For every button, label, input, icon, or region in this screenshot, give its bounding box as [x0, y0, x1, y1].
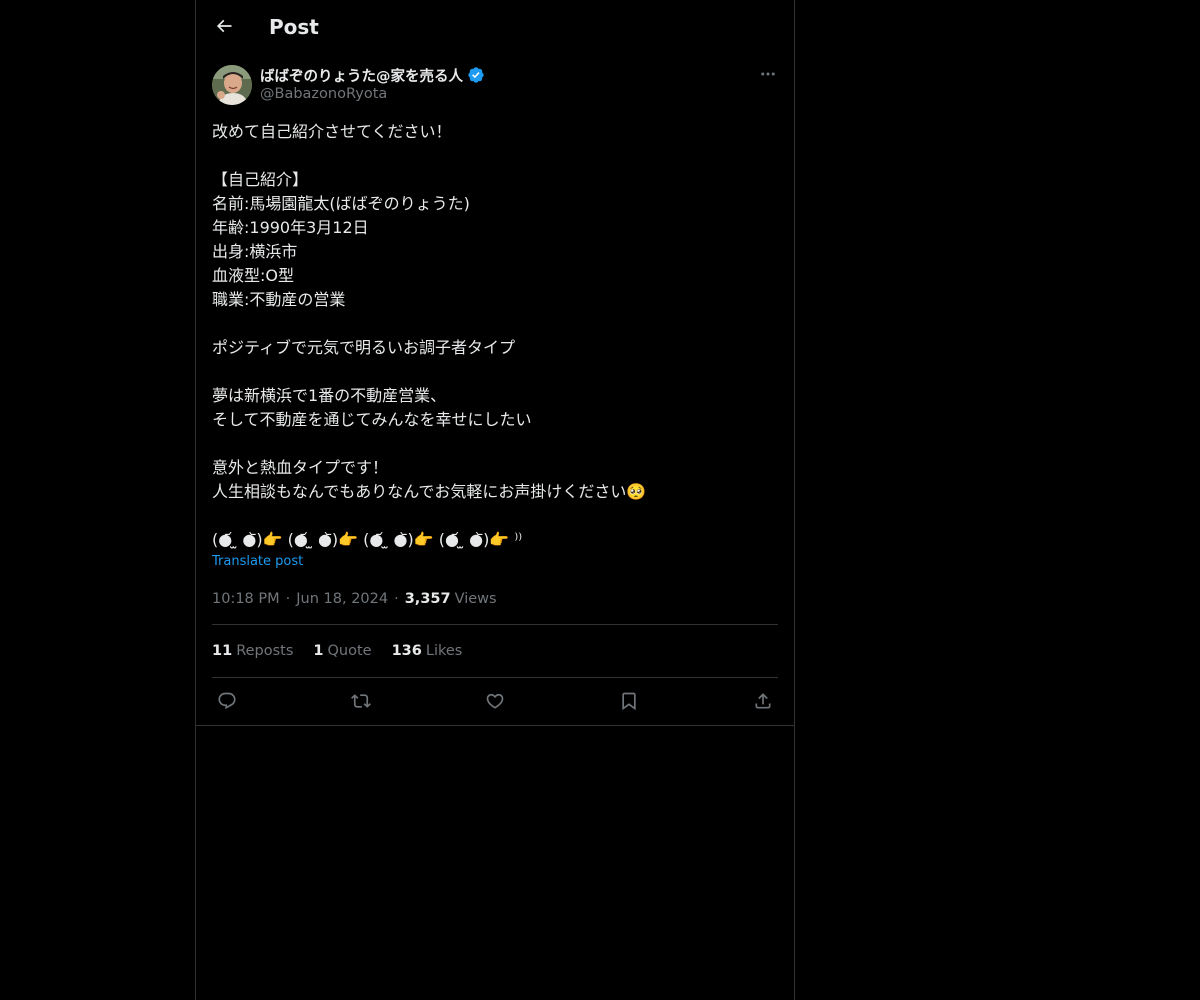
meta-separator: ·: [285, 591, 291, 607]
post-meta: 10:18 PM · Jun 18, 2024 · 3,357 Views: [212, 589, 497, 609]
arrow-left-icon: [214, 16, 234, 36]
more-options-button[interactable]: [756, 62, 780, 86]
likes-label: Likes: [425, 643, 463, 659]
reposts-count: 11: [212, 643, 233, 659]
repost-icon: [351, 691, 371, 711]
post-time[interactable]: 10:18 PM: [212, 591, 280, 607]
author-handle[interactable]: @BabazonoRyota: [260, 86, 387, 102]
page-header: Post: [196, 0, 794, 53]
divider: [212, 677, 778, 678]
likes-stat[interactable]: 136 Likes: [392, 643, 463, 659]
translate-post-link[interactable]: Translate post: [212, 554, 303, 569]
avatar[interactable]: [212, 65, 252, 105]
action-bar: [212, 686, 778, 716]
page-title: Post: [269, 15, 319, 39]
like-button[interactable]: [480, 686, 510, 716]
verified-badge-icon: [467, 66, 485, 84]
likes-count: 136: [391, 643, 422, 659]
share-button[interactable]: [748, 686, 778, 716]
post-stats: 11 Reposts 1 Quote 136 Likes: [212, 641, 462, 661]
reposts-label: Reposts: [236, 643, 294, 659]
post-detail-column: Post ばばぞのりょうた@家を売る人 @BabazonoRyota 改めて自己…: [195, 0, 795, 1000]
meta-separator: ·: [394, 591, 399, 607]
reply-icon: [217, 691, 237, 711]
more-horizontal-icon: [759, 65, 777, 83]
views-label: Views: [454, 591, 497, 607]
bookmark-icon: [619, 691, 639, 711]
author-name-row[interactable]: ばばぞのりょうた@家を売る人: [260, 64, 485, 86]
back-button[interactable]: [206, 8, 242, 44]
views-count: 3,357: [404, 591, 451, 607]
author-display-name[interactable]: ばばぞのりょうた@家を売る人: [260, 65, 463, 86]
reposts-stat[interactable]: 11 Reposts: [212, 643, 293, 659]
bookmark-button[interactable]: [614, 686, 644, 716]
quotes-stat[interactable]: 1 Quote: [313, 643, 371, 659]
heart-icon: [485, 691, 505, 711]
divider: [196, 725, 794, 726]
post-text: 改めて自己紹介させてください！ 【自己紹介】 名前:馬場園龍太(ばばぞのりょうた…: [212, 122, 647, 549]
share-icon: [753, 691, 773, 711]
repost-button[interactable]: [346, 686, 376, 716]
reply-button[interactable]: [212, 686, 242, 716]
post-date[interactable]: Jun 18, 2024: [296, 591, 388, 607]
divider: [212, 624, 778, 625]
quotes-label: Quote: [327, 643, 372, 659]
quotes-count: 1: [313, 643, 324, 659]
